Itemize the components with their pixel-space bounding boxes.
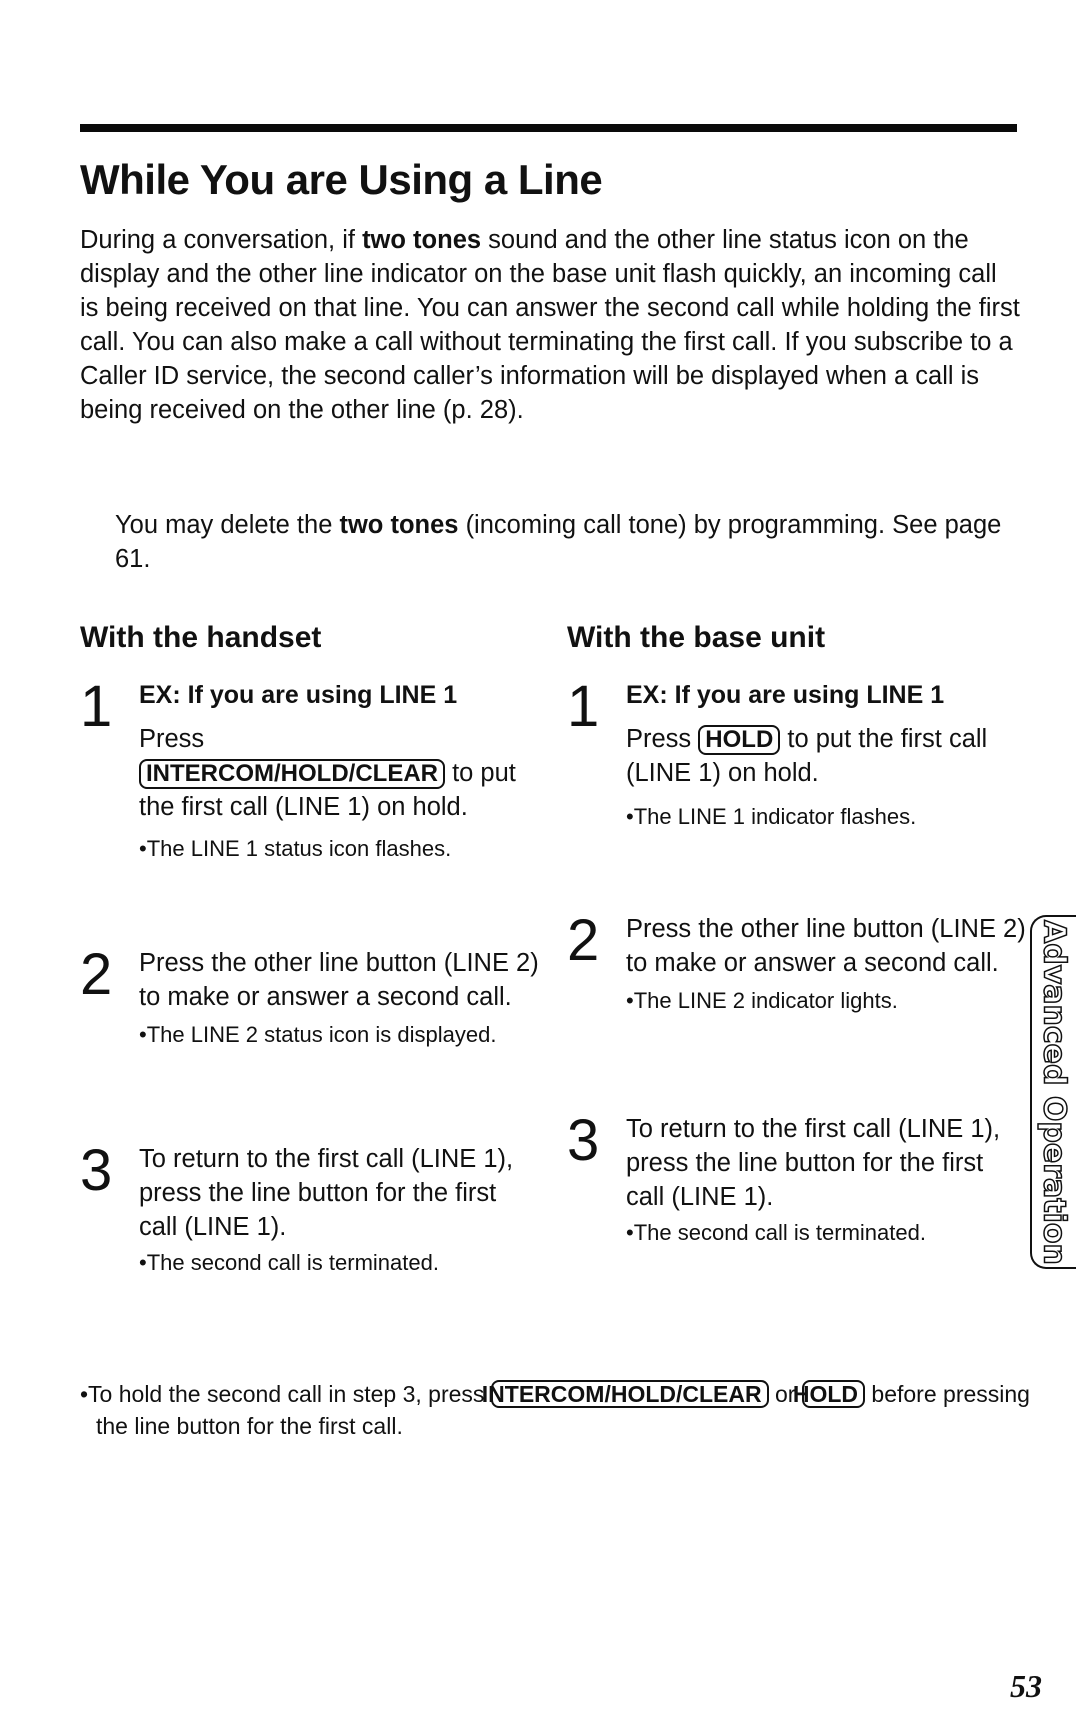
step-body: EX: If you are using LINE 1 Press INTERCO… (139, 678, 539, 864)
note-bold: two tones (339, 511, 459, 539)
step-bullet: •The LINE 1 indicator flashes. (626, 804, 917, 829)
programming-note: You may delete the two tones (incoming c… (115, 508, 1015, 576)
step-body: To return to the first call (LINE 1), pr… (139, 1142, 539, 1278)
step-text: Press INTERCOM/HOLD/CLEAR to put the firs… (139, 722, 539, 824)
step-text: To return to the first call (LINE 1), pr… (139, 1145, 514, 1241)
intro-text: sound and the other line status icon on … (80, 226, 1020, 424)
step-text-pre: Press (626, 725, 699, 753)
side-tab-label: Advanced Operation (1036, 919, 1073, 1265)
step-text: Press the other line button (LINE 2) to … (626, 915, 1026, 977)
step-text: Press HOLD to put the first call (LINE 1… (626, 722, 1026, 790)
step-body: Press the other line button (LINE 2) to … (626, 912, 1026, 1016)
hold-key: HOLD (793, 1380, 866, 1408)
step-text: To return to the first call (LINE 1), pr… (626, 1115, 1001, 1211)
section-side-tab: Advanced Operation (1030, 915, 1076, 1269)
intro-text: During a conversation, if (80, 226, 363, 254)
intercom-hold-clear-key: INTERCOM/HOLD/CLEAR (139, 759, 445, 789)
intro-bold: two tones (362, 226, 482, 254)
step-text: Press the other line button (LINE 2) to … (139, 949, 539, 1011)
step-number: 3 (80, 1138, 113, 1203)
footer-text: •To hold the second call in step 3, pres… (80, 1381, 491, 1407)
step-number: 1 (567, 674, 600, 739)
hold-key: HOLD (698, 725, 781, 755)
page-title: While You are Using a Line (80, 156, 603, 203)
step-body: To return to the first call (LINE 1), pr… (626, 1112, 1026, 1248)
footer-note: •To hold the second call in step 3, pres… (80, 1378, 1036, 1442)
step-bullet: •The second call is terminated. (626, 1220, 926, 1245)
page-number: 53 (1010, 1668, 1042, 1704)
step-body: Press the other line button (LINE 2) to … (139, 946, 539, 1050)
base-unit-section: With the base unit 1 EX: If you are usin… (567, 620, 1026, 1245)
step-number: 3 (567, 1108, 600, 1173)
step-body: EX: If you are using LINE 1 Press HOLD t… (626, 678, 1026, 832)
note-text: You may delete the (115, 511, 340, 539)
step-bullet: •The second call is terminated. (139, 1250, 439, 1275)
step-number: 1 (80, 674, 113, 739)
step-bullet: •The LINE 1 status icon flashes. (139, 836, 452, 861)
step-text-pre: Press (139, 725, 205, 753)
step-example: EX: If you are using LINE 1 (139, 681, 458, 709)
step-example: EX: If you are using LINE 1 (626, 681, 945, 709)
step-number: 2 (80, 942, 113, 1007)
intro-paragraph: During a conversation, if two tones soun… (80, 223, 1020, 427)
step-bullet: •The LINE 2 status icon is displayed. (139, 1022, 497, 1047)
step-number: 2 (567, 908, 600, 973)
base-unit-heading: With the base unit (567, 621, 826, 654)
top-rule (80, 124, 1017, 132)
intercom-hold-clear-key: INTERCOM/HOLD/CLEAR (482, 1380, 769, 1408)
step-bullet: •The LINE 2 indicator lights. (626, 988, 898, 1013)
handset-section: With the handset 1 EX: If you are using … (80, 620, 539, 1275)
handset-heading: With the handset (80, 621, 322, 654)
